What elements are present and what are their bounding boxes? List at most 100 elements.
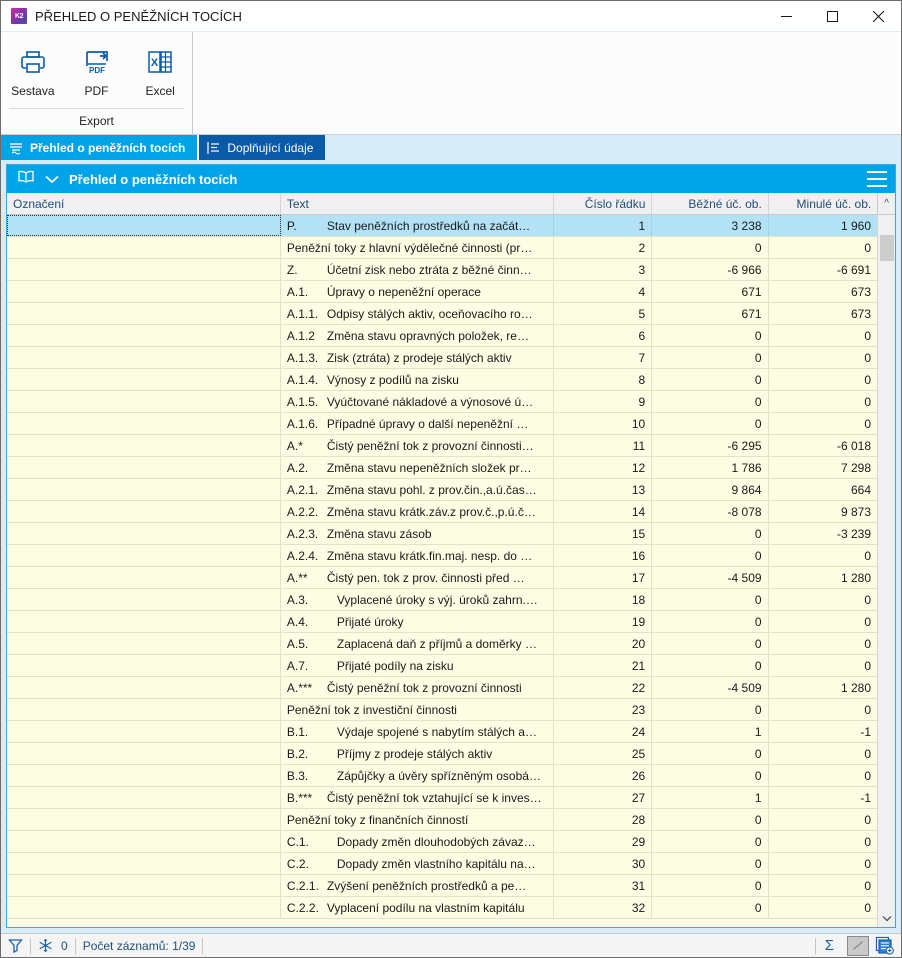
tab-prehled-o-peneznich-tocich[interactable]: Přehled o peněžních tocích [1,135,198,160]
row-code: A.1.5. [286,394,319,409]
cell-text: A.2.4. Změna stavu krátk.fin.maj. nesp. d… [281,545,554,566]
table-row[interactable]: C.2.2. Vyplacení podílu na vlastním kapit… [7,897,877,919]
table-row[interactable]: P. Stav peněžních prostředků na začát… 1 3 … [7,215,877,237]
table-row[interactable]: A.* Čistý peněžní tok z provozní činnosti… [7,435,877,457]
cell-minule-uc-ob: 0 [864,856,872,871]
table-row[interactable]: A.5. Zaplacená daň z příjmů a doměrky … 20… [7,633,877,655]
table-row[interactable]: A.1.5. Vyúčtované nákladové a výnosové ú…… [7,391,877,413]
row-code: A.** [286,570,308,585]
column-header-oznaceni[interactable]: Označení [7,193,281,214]
sestava-export-button[interactable]: Sestava [1,40,65,98]
cell-bezne-uc-ob: 0 [652,831,769,852]
cell-oznaceni [7,721,281,742]
sigma-icon[interactable]: Σ [816,937,843,954]
cell-minule-uc-ob: 0 [864,394,872,409]
sestava-label: Sestava [11,84,55,98]
column-header-bezne-uc-ob[interactable]: Běžné úč. ob. [652,193,769,214]
scroll-up-icon[interactable]: ^ [877,193,895,214]
table-row[interactable]: C.1. Dopady změn dlouhodobých závaz… 29 0 0 [7,831,877,853]
cell-text: Peněžní toky z finančních činností [281,809,554,830]
table-row[interactable]: A.2. Změna stavu nepeněžních složek pr… 12… [7,457,877,479]
filter-button[interactable] [1,934,30,957]
row-description: Změna stavu krátk.záv.z prov.č.,p.ú.č… [326,504,536,519]
cell-cislo-radku: 8 [554,369,653,390]
table-row[interactable]: A.1.6. Případné úpravy o další nepeněžní … [7,413,877,435]
cell-cislo-radku: 29 [554,831,653,852]
scroll-down-icon[interactable] [878,909,896,927]
row-description: Stav peněžních prostředků na začát… [326,218,531,233]
row-description: Přijaté podíly na zisku [336,658,454,673]
table-row[interactable]: A.7. Přijaté podíly na zisku 21 0 0 [7,655,877,677]
table-row[interactable]: A.1. Úpravy o nepeněžní operace 4 671 673 [7,281,877,303]
cell-cislo-radku: 13 [554,479,653,500]
row-description: Peněžní toky z finančních činností [286,812,469,827]
pdf-export-button[interactable]: PDF PDF [65,40,129,98]
scrollbar-thumb[interactable] [879,235,894,261]
row-code: P. [286,218,297,233]
tab-doplnujici-udaje[interactable]: Doplňující údaje [199,135,326,160]
table-row[interactable]: A.2.1. Změna stavu pohl. z prov.čin.,a.ú.… [7,479,877,501]
row-code: C.2.1. [286,878,319,893]
row-description: Změna stavu krátk.fin.maj. nesp. do … [326,548,533,563]
row-description: Vyplacené úroky s výj. úroků zahrn.… [336,592,538,607]
cell-minule-uc-ob: 0 [864,328,872,343]
table-row[interactable]: A.2.3. Změna stavu zásob 15 0 -3 239 [7,523,877,545]
pencil-icon[interactable] [847,935,869,956]
cell-text: A.1.2 Změna stavu opravných položek, re… [281,325,554,346]
table-row[interactable]: A.1.4. Výnosy z podílů na zisku 8 0 0 [7,369,877,391]
table-row[interactable]: A.1.1. Odpisy stálých aktiv, oceňovacího … [7,303,877,325]
cell-oznaceni [7,435,281,456]
table-row[interactable]: B.1. Výdaje spojené s nabytím stálých a… 2… [7,721,877,743]
cell-cislo-radku: 25 [554,743,653,764]
table-row[interactable]: Peněžní toky z hlavní výdělečné činnosti… [7,237,877,259]
add-view-icon[interactable] [873,936,901,955]
table-row[interactable]: B.3. Zápůjčky a úvěry spřízněným osobá… 26… [7,765,877,787]
cell-oznaceni [7,567,281,588]
cell-oznaceni [7,391,281,412]
excel-export-button[interactable]: X Excel [128,40,192,98]
table-row[interactable]: Z. Účetní zisk nebo ztráta z běžné činn… 3… [7,259,877,281]
column-header-minule-uc-ob[interactable]: Minulé úč. ob. [769,193,877,214]
cell-bezne-uc-ob: 0 [652,325,769,346]
row-code: A.2.1. [286,482,319,497]
table-row[interactable]: B.2. Příjmy z prodeje stálých aktiv 25 0 0 [7,743,877,765]
table-row[interactable]: A.1.2 Změna stavu opravných položek, re… 6… [7,325,877,347]
table-row[interactable]: C.2.1. Zvýšení peněžních prostředků a pe…… [7,875,877,897]
column-header-cislo-radku[interactable]: Číslo řádku [554,193,653,214]
cell-oznaceni [7,765,281,786]
table-row[interactable]: C.2. Dopady změn vlastního kapitálu na… 30… [7,853,877,875]
minimize-button[interactable] [763,1,809,31]
cell-text: Peněžní tok z investiční činnosti [281,699,554,720]
cell-oznaceni [7,809,281,830]
cell-text: C.2.1. Zvýšení peněžních prostředků a pe… [281,875,554,896]
table-row[interactable]: B.*** Čistý peněžní tok vztahující se k i… [7,787,877,809]
cell-text: B.1. Výdaje spojené s nabytím stálých a… [281,721,554,742]
chevron-down-icon[interactable] [45,174,59,184]
table-row[interactable]: A.1.3. Zisk (ztráta) z prodeje stálých ak… [7,347,877,369]
close-button[interactable] [855,1,901,31]
cell-oznaceni [7,303,281,324]
table-row[interactable]: A.4. Přijaté úroky 19 0 0 [7,611,877,633]
snowflake-button[interactable]: 0 [31,934,75,957]
cell-text: Peněžní toky z hlavní výdělečné činnosti… [281,237,554,258]
table-row[interactable]: A.3. Vyplacené úroky s výj. úroků zahrn.…… [7,589,877,611]
cell-oznaceni [7,831,281,852]
vertical-scrollbar[interactable] [877,215,895,927]
column-header-text[interactable]: Text [281,193,554,214]
table-row[interactable]: A.*** Čistý peněžní tok z provozní činnos… [7,677,877,699]
cell-cislo-radku: 28 [554,809,653,830]
cell-minule-uc-ob: 1 960 [840,218,872,233]
table-row[interactable]: Peněžní tok z investiční činnosti 23 0 0 [7,699,877,721]
hamburger-icon[interactable] [867,171,887,187]
grid-body[interactable]: P. Stav peněžních prostředků na začát… 1 3 … [7,215,877,927]
application-window: K2 PŘEHLED O PENĚŽNÍCH TOCÍCH Sestava PD… [0,0,902,958]
table-row[interactable]: A.** Čistý pen. tok z prov. činnosti před… [7,567,877,589]
maximize-button[interactable] [809,1,855,31]
cell-cislo-radku: 32 [554,897,653,918]
table-row[interactable]: Peněžní toky z finančních činností 28 0 0 [7,809,877,831]
table-row[interactable]: A.2.2. Změna stavu krátk.záv.z prov.č.,p.… [7,501,877,523]
cell-bezne-uc-ob: 1 [652,721,769,742]
book-icon [17,169,35,190]
table-row[interactable]: A.2.4. Změna stavu krátk.fin.maj. nesp. d… [7,545,877,567]
row-code: B.2. [286,746,309,761]
